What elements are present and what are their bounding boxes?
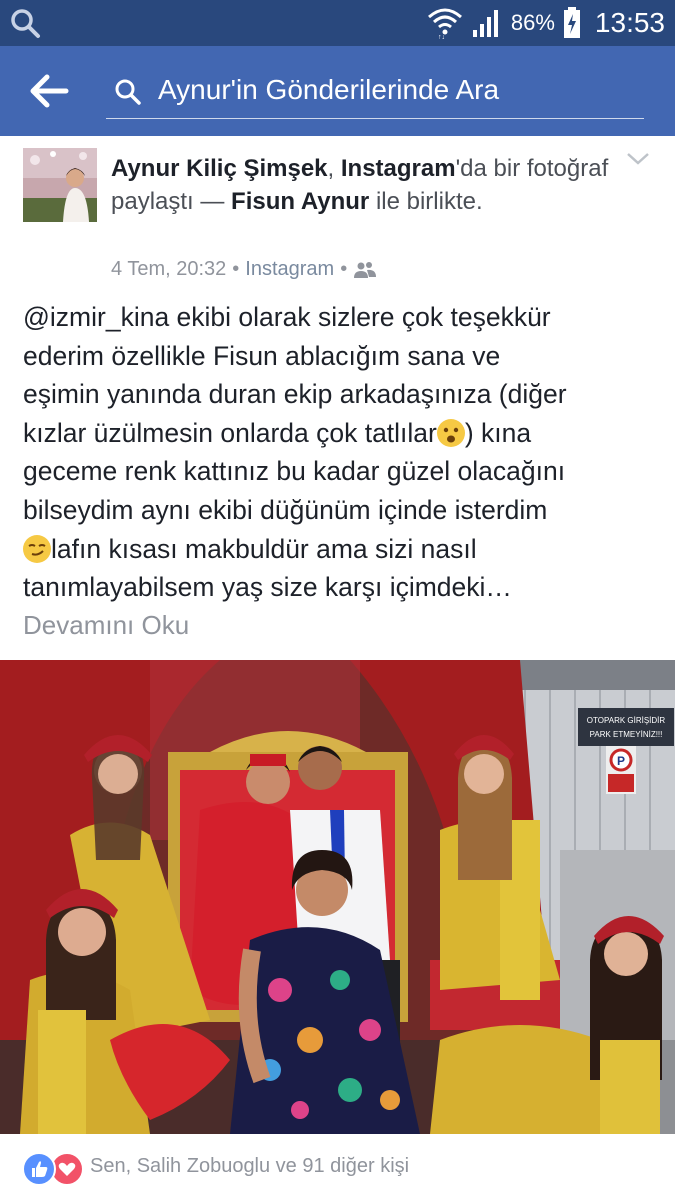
- svg-text:OTOPARK GİRİŞİDİR: OTOPARK GİRİŞİDİR: [587, 716, 666, 725]
- reactions-count[interactable]: Sen, Salih Zobuoglu ve 91 diğer kişi: [90, 1155, 409, 1178]
- surprised-emoji-icon: [436, 418, 465, 447]
- chevron-down-icon[interactable]: [624, 148, 652, 170]
- avatar[interactable]: [23, 148, 97, 222]
- app-link[interactable]: Instagram: [341, 155, 456, 182]
- back-arrow-icon[interactable]: [22, 66, 72, 116]
- signal-icon: [472, 10, 498, 37]
- svg-text:P: P: [617, 754, 625, 768]
- app-bar: [0, 46, 675, 136]
- search-bar[interactable]: [106, 66, 644, 119]
- search-icon: [115, 79, 141, 105]
- status-bar: ↑↓ 86% 13:53: [0, 0, 675, 46]
- svg-text:↑↓: ↑↓: [438, 34, 445, 39]
- like-icon: [22, 1152, 56, 1186]
- read-more-link[interactable]: Devamını Oku: [23, 610, 189, 641]
- smirk-emoji-icon: [23, 534, 51, 563]
- tag-suffix: ile birlikte.: [369, 188, 483, 215]
- battery-percent: 86%: [510, 10, 555, 35]
- reactions-bar[interactable]: Sen, Salih Zobuoglu ve 91 diğer kişi: [0, 1140, 675, 1192]
- post-text: @izmir_kina ekibi olarak sizlere çok teş…: [23, 302, 567, 603]
- author-name[interactable]: Aynur Kiliç Şimşek: [111, 155, 328, 182]
- post-header: Aynur Kiliç Şimşek, Instagram'da bir fot…: [111, 155, 609, 215]
- clock: 13:53: [594, 7, 665, 38]
- source-link[interactable]: Instagram: [245, 258, 334, 281]
- post-timestamp[interactable]: 4 Tem, 20:32: [111, 258, 226, 281]
- friends-icon: [354, 261, 377, 278]
- battery-icon: [563, 7, 580, 38]
- post-meta: 4 Tem, 20:32 • Instagram •: [111, 258, 377, 281]
- post-photo[interactable]: OTOPARK GİRİŞİDİR PARK ETMEYİNİZ!!! P: [0, 660, 675, 1134]
- wifi-icon: ↑↓: [427, 8, 462, 39]
- search-input[interactable]: [158, 70, 638, 110]
- search-icon: [11, 9, 40, 38]
- tagged-friend[interactable]: Fisun Aynur: [231, 188, 369, 215]
- svg-text:PARK ETMEYİNİZ!!!: PARK ETMEYİNİZ!!!: [590, 730, 663, 739]
